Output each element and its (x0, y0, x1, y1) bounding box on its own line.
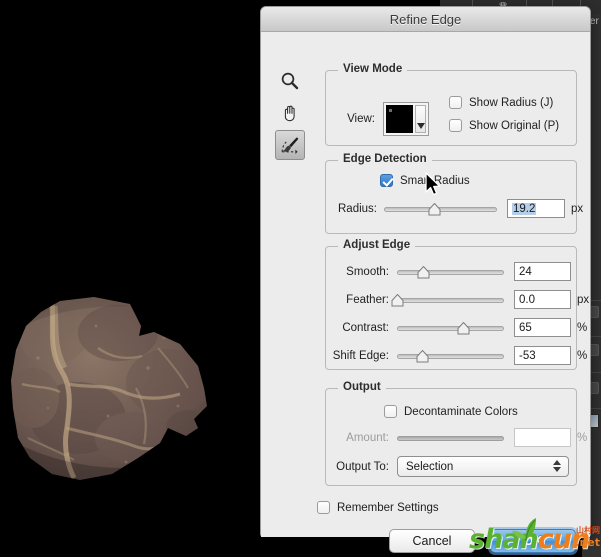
edge-detection-title: Edge Detection (338, 153, 432, 165)
chevron-down-icon (417, 123, 425, 129)
radius-label: Radius: (333, 203, 377, 215)
radius-input[interactable]: 19.2 (507, 199, 565, 218)
output-to-row: Output To: Selection (321, 456, 569, 477)
remember-settings-label: Remember Settings (337, 502, 439, 514)
show-radius-label: Show Radius (J) (469, 97, 553, 109)
smooth-slider-track[interactable] (397, 270, 504, 275)
remember-settings-checkbox[interactable] (317, 501, 330, 514)
output-to-value: Selection (406, 461, 453, 473)
smooth-row: Smooth: 24 (321, 262, 577, 281)
contrast-value: 65 (519, 322, 532, 334)
watermark-cn: 山村网 (576, 527, 600, 535)
refine-radius-tool-button[interactable] (275, 130, 305, 160)
view-preview (386, 105, 413, 133)
smooth-label: Smooth: (321, 266, 389, 278)
amount-input (514, 428, 571, 447)
shift-edge-input[interactable]: -53 (514, 346, 571, 365)
view-thumbnail-popup[interactable] (383, 102, 429, 136)
output-title: Output (338, 381, 386, 393)
radius-row: Radius: 19.2 px (333, 199, 583, 218)
edge-detection-group: Edge Detection (325, 160, 577, 234)
screen: ♛ ber Refine Edge (0, 0, 601, 557)
decontaminate-colors-label: Decontaminate Colors (404, 406, 518, 418)
watermark: shancun 山村网 .net (463, 518, 601, 557)
shift-edge-slider-track[interactable] (397, 354, 504, 359)
feather-slider[interactable] (397, 293, 504, 307)
view-mode-title: View Mode (338, 63, 407, 75)
dialog-titlebar[interactable]: Refine Edge (261, 7, 590, 32)
zoom-tool-button[interactable] (275, 66, 305, 96)
shift-edge-slider[interactable] (397, 349, 504, 363)
rock-image (8, 288, 220, 485)
contrast-unit: % (577, 322, 587, 334)
hand-icon (280, 103, 300, 123)
contrast-slider-track[interactable] (397, 326, 504, 331)
hand-tool-button[interactable] (275, 98, 305, 128)
shift-edge-label: Shift Edge: (321, 350, 389, 362)
stepper-arrows-icon[interactable] (553, 460, 561, 472)
feather-slider-track[interactable] (397, 298, 504, 303)
watermark-tld: .net (575, 537, 600, 548)
view-label: View: (337, 113, 375, 125)
feather-input[interactable]: 0.0 (514, 290, 571, 309)
view-dropdown-arrow[interactable] (415, 105, 426, 133)
radius-slider-handle[interactable] (428, 203, 441, 216)
amount-label: Amount: (321, 432, 389, 444)
dialog-tool-column (275, 66, 311, 162)
contrast-label: Contrast: (321, 322, 389, 334)
amount-row: Amount: % (321, 428, 587, 447)
remember-settings-row[interactable]: Remember Settings (317, 501, 439, 514)
shift-edge-value: -53 (519, 350, 536, 362)
show-original-row[interactable]: Show Original (P) (449, 119, 559, 132)
show-radius-checkbox[interactable] (449, 96, 462, 109)
mouse-cursor (424, 172, 442, 198)
leaf-icon (511, 516, 541, 542)
contrast-slider[interactable] (397, 321, 504, 335)
contrast-row: Contrast: 65 % (321, 318, 587, 337)
show-radius-row[interactable]: Show Radius (J) (449, 96, 553, 109)
shift-edge-row: Shift Edge: -53 % (321, 346, 587, 365)
adjust-edge-title: Adjust Edge (338, 239, 415, 251)
smooth-input[interactable]: 24 (514, 262, 571, 281)
dialog-title: Refine Edge (390, 12, 462, 27)
feather-label: Feather: (321, 294, 389, 306)
smooth-value: 24 (519, 266, 532, 278)
feather-unit: px (577, 294, 589, 306)
refine-edge-dialog: Refine Edge (260, 6, 591, 537)
smooth-slider[interactable] (397, 265, 504, 279)
shift-edge-slider-handle[interactable] (416, 350, 429, 363)
smart-radius-checkbox[interactable] (380, 174, 393, 187)
feather-row: Feather: 0.0 px (321, 290, 589, 309)
feather-slider-handle[interactable] (391, 294, 404, 307)
amount-slider (397, 431, 504, 445)
radius-slider[interactable] (384, 202, 497, 216)
magnifier-icon (280, 71, 300, 91)
show-original-label: Show Original (P) (469, 120, 559, 132)
decontaminate-colors-checkbox[interactable] (384, 405, 397, 418)
show-original-checkbox[interactable] (449, 119, 462, 132)
amount-slider-track (397, 436, 504, 441)
contrast-input[interactable]: 65 (514, 318, 571, 337)
refine-brush-icon (279, 134, 301, 156)
output-to-label-text: Output To: (321, 461, 389, 473)
contrast-slider-handle[interactable] (457, 322, 470, 335)
output-to-select[interactable]: Selection (397, 456, 569, 477)
feather-value: 0.0 (519, 294, 535, 306)
smooth-slider-handle[interactable] (417, 266, 430, 279)
radius-unit: px (571, 203, 583, 215)
amount-unit: % (577, 432, 587, 444)
decontaminate-colors-row[interactable]: Decontaminate Colors (384, 405, 518, 418)
cancel-button-label: Cancel (413, 534, 452, 548)
view-row: View: (337, 102, 429, 136)
radius-value: 19.2 (512, 203, 536, 215)
shift-edge-unit: % (577, 350, 587, 362)
